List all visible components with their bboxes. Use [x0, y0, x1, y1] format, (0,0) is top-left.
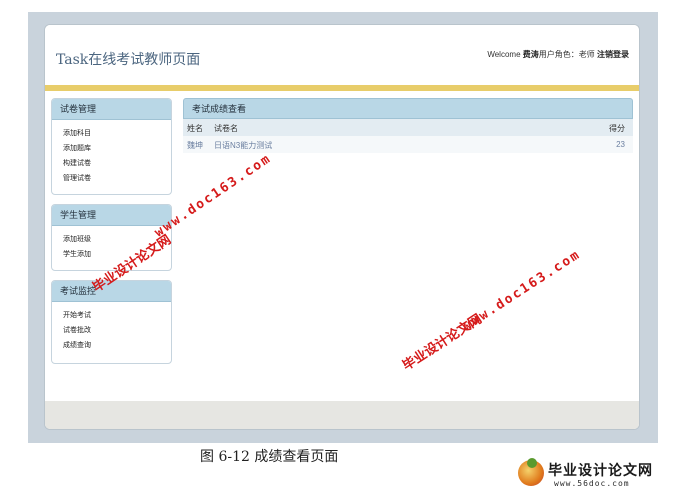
page-header: Task在线考试教师页面 Welcome 费涛用户角色：老师 注销登录	[45, 25, 639, 85]
table-row[interactable]: 魏坤 日语N3能力测试 23	[183, 136, 633, 153]
column-score: 得分	[609, 124, 625, 133]
user-role: 用户角色：老师	[538, 50, 595, 59]
user-bar: Welcome 费涛用户角色：老师 注销登录	[487, 49, 629, 60]
main-title: 考试成绩查看	[183, 98, 633, 119]
site-title: Task在线考试教师页面	[56, 52, 201, 68]
nav-start-exam[interactable]: 开始考试	[63, 308, 171, 323]
table-header-row: 姓名 试卷名 得分	[183, 119, 633, 136]
cell-name: 魏坤	[187, 141, 203, 150]
nav-manage-papers[interactable]: 管理试卷	[63, 171, 171, 186]
nav-add-subject[interactable]: 添加科目	[63, 126, 171, 141]
header-stripe	[45, 85, 639, 91]
cell-score: 23	[616, 140, 625, 149]
cell-paper: 日语N3能力测试	[214, 141, 273, 150]
main-content: 考试成绩查看 姓名 试卷名 得分 魏坤 日语N3能力测试 23	[183, 98, 633, 153]
nav-query-scores[interactable]: 成绩查询	[63, 338, 171, 353]
browser-page: Task在线考试教师页面 Welcome 费涛用户角色：老师 注销登录 试卷管理…	[44, 24, 640, 430]
column-name: 姓名	[187, 124, 203, 133]
nav-add-question-bank[interactable]: 添加题库	[63, 141, 171, 156]
page-footer	[45, 401, 639, 429]
column-paper: 试卷名	[214, 124, 238, 133]
brand-url: www.56doc.com	[554, 479, 630, 488]
panel-exam-management: 试卷管理 添加科目 添加题库 构建试卷 管理试卷	[51, 98, 172, 195]
brand-logo: 毕业设计论文网 www.56doc.com	[516, 458, 676, 490]
brand-globe-icon	[518, 458, 544, 486]
user-name: 费涛	[522, 50, 539, 59]
panel-exam-monitor: 考试监控 开始考试 试卷批改 成绩查询	[51, 280, 172, 364]
welcome-text: Welcome	[487, 50, 521, 59]
panel-title: 试卷管理	[52, 99, 171, 120]
logout-link[interactable]: 注销登录	[597, 50, 629, 59]
brand-name: 毕业设计论文网	[548, 463, 653, 479]
panel-title: 学生管理	[52, 205, 171, 226]
figure-caption: 图 6-12 成绩查看页面	[200, 449, 339, 465]
nav-build-paper[interactable]: 构建试卷	[63, 156, 171, 171]
nav-grade-papers[interactable]: 试卷批改	[63, 323, 171, 338]
screenshot-frame: Task在线考试教师页面 Welcome 费涛用户角色：老师 注销登录 试卷管理…	[28, 12, 658, 443]
